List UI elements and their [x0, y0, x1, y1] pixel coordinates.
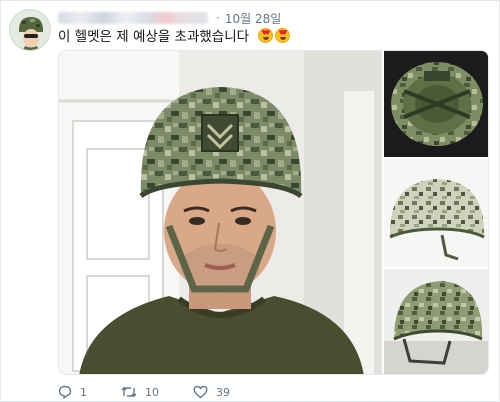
- heart-icon: [193, 385, 208, 399]
- reply-icon: [58, 385, 72, 399]
- tweet-card: · 10월 28일 이 헬멧은 제 예상을 초과했습니다 ♥ ♥♥ ♥ 1 10…: [0, 0, 500, 402]
- heart-eyes-emoji-icon: [275, 28, 291, 43]
- tweet-actions: 1 10 39: [58, 384, 264, 400]
- avatar-soldier-icon: [10, 10, 50, 50]
- like-button[interactable]: 39: [193, 385, 230, 399]
- photo-helmet-interior[interactable]: [384, 51, 488, 157]
- photo-soldier-selfie[interactable]: [59, 51, 382, 374]
- retweet-button[interactable]: 10: [121, 385, 159, 399]
- photo-helmet-side[interactable]: [384, 159, 488, 267]
- tweet-text: 이 헬멧은 제 예상을 초과했습니다: [58, 25, 291, 45]
- like-count: 39: [216, 385, 230, 399]
- reply-button[interactable]: 1: [58, 385, 87, 399]
- reply-count: 1: [80, 385, 87, 399]
- photo-helmet-counter[interactable]: [384, 269, 488, 374]
- separator-dot: ·: [216, 11, 220, 25]
- heart-eyes-emoji-icon: [258, 28, 274, 43]
- retweet-count: 10: [145, 385, 159, 399]
- tweet-text-body: 이 헬멧은 제 예상을 초과했습니다: [58, 29, 250, 45]
- tweet-date[interactable]: 10월 28일: [225, 10, 281, 27]
- media-grid: [58, 50, 489, 375]
- avatar[interactable]: [9, 9, 51, 51]
- blurred-username[interactable]: [58, 12, 208, 24]
- retweet-icon: [121, 387, 137, 397]
